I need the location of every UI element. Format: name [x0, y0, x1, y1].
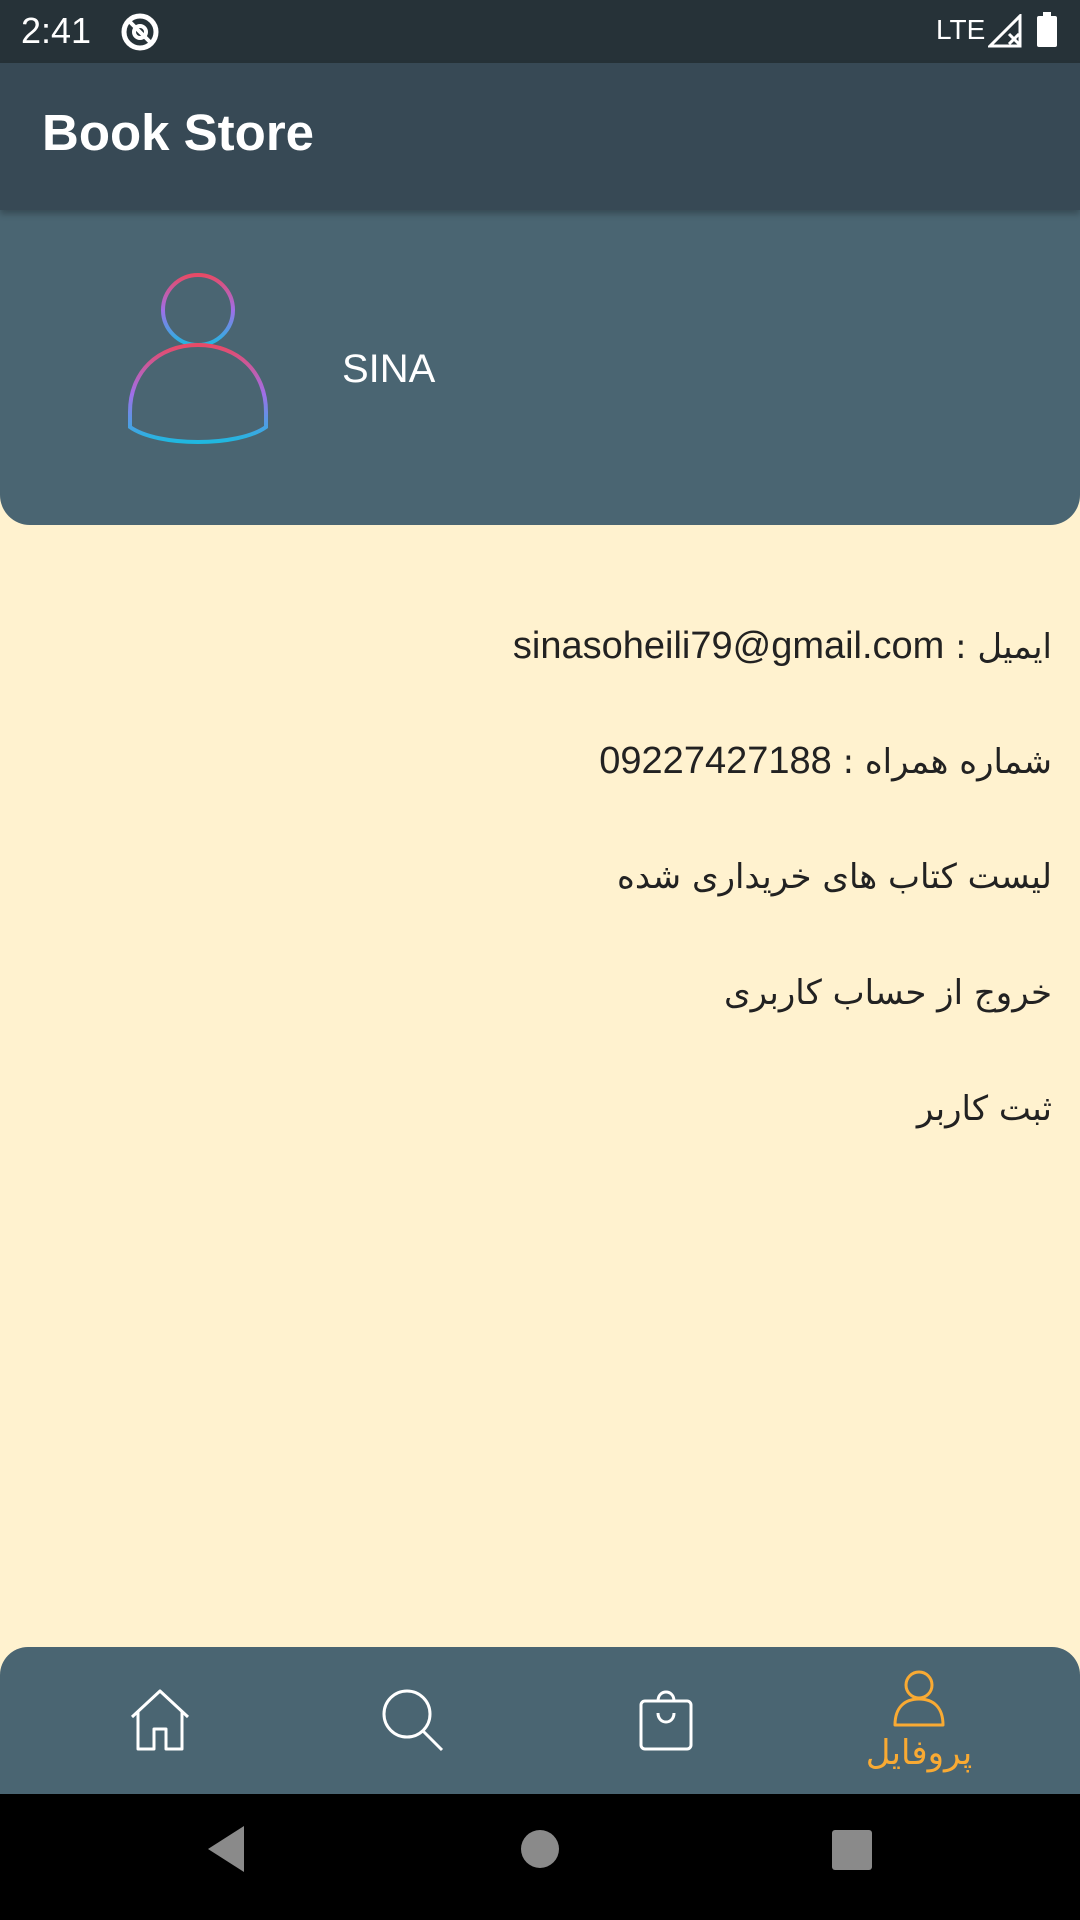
nav-profile-button[interactable]: پروفایل: [793, 1647, 1045, 1794]
do-not-disturb-icon: [121, 13, 159, 51]
status-time: 2:41: [21, 10, 92, 51]
logout-link[interactable]: خروج از حساب کاربری: [724, 963, 1052, 1023]
email-value: sinasoheili79@gmail.com: [512, 625, 945, 667]
phone-value: 09227427188: [599, 740, 832, 782]
app-bar: Book Store: [0, 63, 1080, 210]
search-icon: [382, 1689, 444, 1752]
profile-icon: [893, 1670, 945, 1727]
system-navigation-bar: [0, 1794, 1080, 1920]
profile-name: SINA: [342, 347, 436, 391]
email-label: ایمیل :: [944, 627, 1052, 667]
profile-card: SINA: [0, 210, 1080, 525]
status-bar: 2:41 LTE: [0, 0, 1080, 63]
signal-icon: [988, 14, 1022, 48]
network-type: LTE: [936, 14, 986, 45]
nav-profile-label: پروفایل: [865, 1733, 973, 1773]
home-icon: [130, 1689, 190, 1751]
shopping-bag-icon: [639, 1690, 693, 1751]
user-avatar-icon: [128, 273, 268, 444]
nav-home-button[interactable]: [34, 1647, 286, 1794]
app-title: Book Store: [42, 104, 315, 161]
register-user-link[interactable]: ثبت کاربر: [917, 1079, 1052, 1139]
home-circle-icon[interactable]: [520, 1824, 560, 1874]
purchased-books-link[interactable]: لیست کتاب های خریداری شده: [617, 847, 1052, 907]
phone-row: شماره همراه : 09227427188: [599, 731, 1052, 792]
nav-search-button[interactable]: [287, 1647, 539, 1794]
email-row: ایمیل : sinasoheili79@gmail.com: [513, 616, 1052, 677]
recents-icon[interactable]: [830, 1824, 874, 1874]
nav-cart-button[interactable]: [540, 1647, 792, 1794]
back-icon[interactable]: [204, 1824, 248, 1874]
phone-label: شماره همراه :: [831, 742, 1052, 782]
battery-icon: [1037, 12, 1057, 47]
bottom-navigation: پروفایل: [0, 1647, 1080, 1794]
